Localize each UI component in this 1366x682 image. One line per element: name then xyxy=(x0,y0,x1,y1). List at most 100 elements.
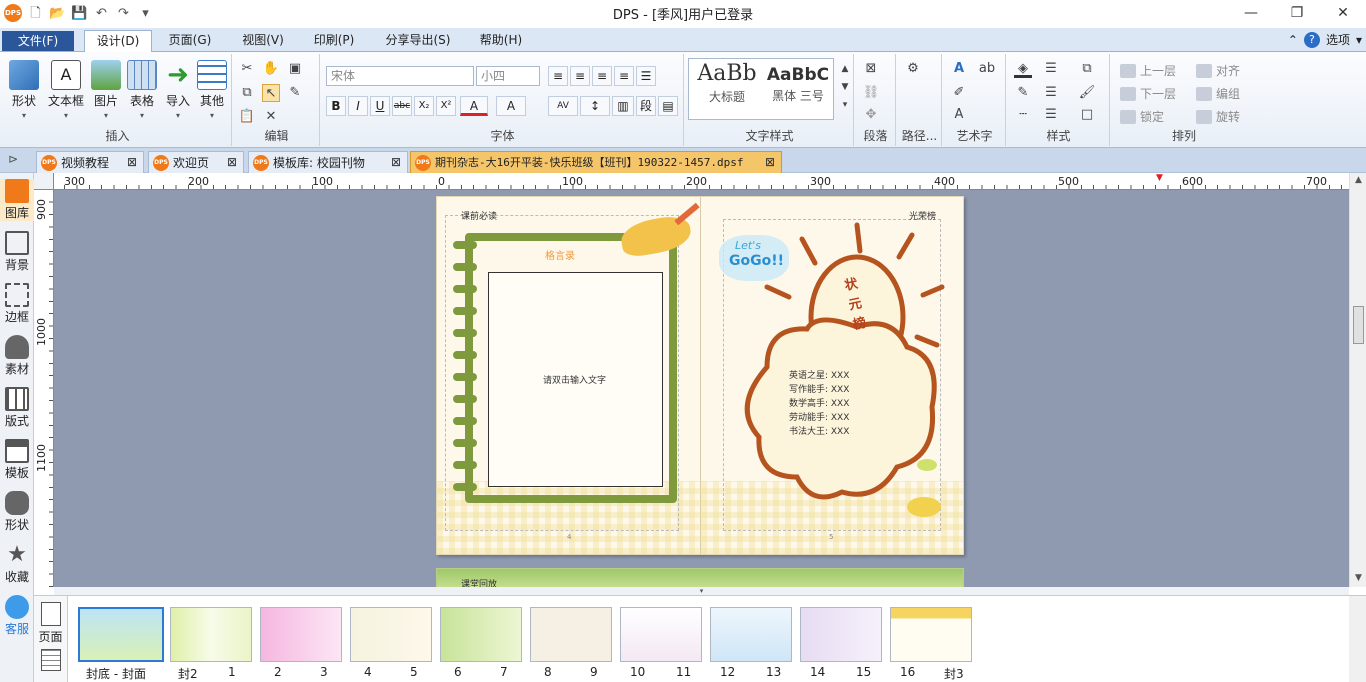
next-page-preview[interactable]: 课堂回放 xyxy=(436,568,964,587)
link-icon[interactable]: ⛓ xyxy=(862,84,880,102)
gallery-up-icon[interactable]: ▲ xyxy=(836,60,854,78)
canvas-vertical-scrollbar[interactable]: ▲ ▼ xyxy=(1349,173,1366,587)
paragraph-frame-icon[interactable]: ⊠ xyxy=(862,60,880,78)
tab-design[interactable]: 设计(D) xyxy=(84,30,152,54)
motto-title[interactable]: 格言录 xyxy=(545,247,575,262)
send-backward-button[interactable]: 下一层 xyxy=(1120,85,1176,102)
underline-button[interactable]: U xyxy=(370,96,390,116)
art-shadow-icon[interactable]: ✐ xyxy=(950,84,968,102)
double-click-placeholder[interactable]: 请双击输入文字 xyxy=(543,373,606,386)
align-left-icon[interactable]: ≡ xyxy=(548,66,568,86)
style-brush-icon[interactable]: 🖌 xyxy=(1078,84,1096,102)
doc-tab-template[interactable]: DPS 模板库: 校园刊物 ⊠ xyxy=(248,151,408,173)
panel-shape[interactable]: 形状 xyxy=(0,491,34,533)
line-spacing-icon[interactable]: ↕ xyxy=(580,96,610,116)
tab-print[interactable]: 印刷(P) xyxy=(304,30,364,52)
panel-border[interactable]: 边框 xyxy=(0,283,34,325)
panel-layout[interactable]: 版式 xyxy=(0,387,34,429)
tab-page[interactable]: 页面(G) xyxy=(160,30,220,52)
select-pointer-icon[interactable]: ↖ xyxy=(262,84,280,102)
thumbnail-splitter[interactable]: ▾ xyxy=(54,587,1349,595)
textbox-button[interactable]: A 文本框 ▾ xyxy=(46,60,86,120)
page-spread[interactable]: 课前必读 格言录 请双击输入文字 4 光荣榜 Let's GoGo!! 状元榜 … xyxy=(436,196,964,555)
path-gear-icon[interactable]: ⚙ xyxy=(904,60,922,78)
art-vertical-icon[interactable]: ab xyxy=(978,60,996,78)
paragraph-indent-icon[interactable]: 段 xyxy=(636,96,656,116)
columns-icon[interactable]: ▥ xyxy=(612,96,634,116)
close-tab-icon[interactable]: ⊠ xyxy=(127,152,137,172)
strikethrough-button[interactable]: abc xyxy=(392,96,412,116)
panel-favorites[interactable]: ★ 收藏 xyxy=(0,543,34,585)
pattern-icon[interactable]: ┄ xyxy=(1014,106,1032,124)
thumb-page-12-13[interactable] xyxy=(710,607,792,662)
thumb-page-6-7[interactable] xyxy=(440,607,522,662)
file-menu[interactable]: 文件(F) xyxy=(2,31,74,51)
save-icon[interactable]: 💾 xyxy=(71,5,88,22)
font-family-select[interactable]: 宋体 xyxy=(326,66,474,86)
page-view-label[interactable]: 页面 xyxy=(38,630,62,644)
table-button[interactable]: 表格 ▾ xyxy=(126,60,158,120)
italic-button[interactable]: I xyxy=(348,96,368,116)
maximize-button[interactable]: ❐ xyxy=(1274,0,1320,26)
art-text-icon[interactable]: A xyxy=(950,60,968,78)
dash-style-icon[interactable]: ☰ xyxy=(1042,84,1060,102)
scroll-thumb[interactable] xyxy=(1353,306,1364,344)
page-view-icon[interactable] xyxy=(40,602,61,626)
bold-button[interactable]: B xyxy=(326,96,346,116)
shape-button[interactable]: 形状 ▾ xyxy=(8,60,40,120)
group-button[interactable]: 编组 xyxy=(1196,85,1240,102)
new-file-icon[interactable]: 🗋 xyxy=(27,5,44,22)
thumb-page-8-9[interactable] xyxy=(530,607,612,662)
scroll-down-icon[interactable]: ▼ xyxy=(1350,573,1366,583)
fill-color-icon[interactable]: ◈ xyxy=(1014,60,1032,78)
tab-share-export[interactable]: 分享导出(S) xyxy=(376,30,460,52)
import-button[interactable]: ➜ 导入 ▾ xyxy=(162,60,194,120)
doc-tab-journal[interactable]: DPS 期刊杂志-大16开平装-快乐班级【班刊】190322-1457.dpsf ⊠ xyxy=(410,151,782,173)
image-tool-icon[interactable]: ▣ xyxy=(286,60,304,78)
thumb-page-16-c3[interactable] xyxy=(890,607,972,662)
thumb-cover[interactable] xyxy=(78,607,164,662)
panel-toggle-icon[interactable]: ⊳ xyxy=(8,152,18,166)
paste-icon[interactable]: 📋 xyxy=(238,108,256,126)
gallery-more-icon[interactable]: ▾ xyxy=(836,96,854,114)
honor-list[interactable]: 英语之星: XXX 写作能手: XXX 数学高手: XXX 劳动能手: XXX … xyxy=(789,369,849,439)
align-button[interactable]: 对齐 xyxy=(1196,62,1240,79)
scroll-up-icon[interactable]: ▲ xyxy=(1350,175,1366,185)
close-tab-icon[interactable]: ⊠ xyxy=(391,152,401,172)
thumbnail-scrollbar[interactable] xyxy=(1349,596,1366,682)
thumb-page-4-5[interactable] xyxy=(350,607,432,662)
thumb-page-2-1[interactable] xyxy=(170,607,252,662)
doc-tab-video[interactable]: DPS 视频教程 ⊠ xyxy=(36,151,144,173)
tab-help[interactable]: 帮助(H) xyxy=(470,30,532,52)
thumb-page-2-3[interactable] xyxy=(260,607,342,662)
panel-material[interactable]: 素材 xyxy=(0,335,34,377)
art-effect-icon[interactable]: A xyxy=(950,106,968,124)
superscript-button[interactable]: X² xyxy=(436,96,456,116)
thumb-page-10-11[interactable] xyxy=(620,607,702,662)
customize-toolbar-icon[interactable]: ▾ xyxy=(137,5,154,22)
redo-icon[interactable]: ↷ xyxy=(115,5,132,22)
line-style-icon[interactable]: ☰ xyxy=(1042,60,1060,78)
other-button[interactable]: 其他 ▾ xyxy=(196,60,228,120)
dps-logo-icon[interactable]: DPS xyxy=(4,4,22,22)
format-brush-icon[interactable]: ✎ xyxy=(286,84,304,102)
style-title[interactable]: AaBb 大标题 xyxy=(693,61,761,105)
unlink-icon[interactable]: ✥ xyxy=(862,106,880,124)
options-button[interactable]: 选项 xyxy=(1326,31,1350,48)
options-dropdown-icon[interactable]: ▾ xyxy=(1356,33,1362,47)
panel-background[interactable]: 背景 xyxy=(0,231,34,273)
thumb-page-14-15[interactable] xyxy=(800,607,882,662)
panel-support[interactable]: 客服 xyxy=(0,595,34,637)
close-button[interactable]: ✕ xyxy=(1320,0,1366,26)
cut-icon[interactable]: ✂ xyxy=(238,60,256,78)
bring-forward-button[interactable]: 上一层 xyxy=(1120,62,1176,79)
close-tab-icon[interactable]: ⊠ xyxy=(764,152,775,172)
align-center-icon[interactable]: ≡ xyxy=(570,66,590,86)
collapse-ribbon-icon[interactable]: ⌃ xyxy=(1288,33,1298,47)
char-spacing-icon[interactable]: AV xyxy=(548,96,578,116)
panel-gallery[interactable]: 图库 xyxy=(0,179,34,221)
lock-button[interactable]: 锁定 xyxy=(1120,108,1164,125)
style-heiti[interactable]: AaBbC 黑体 三号 xyxy=(763,61,833,104)
picture-button[interactable]: 图片 ▾ xyxy=(90,60,122,120)
copy-icon[interactable]: ⧉ xyxy=(238,84,256,102)
